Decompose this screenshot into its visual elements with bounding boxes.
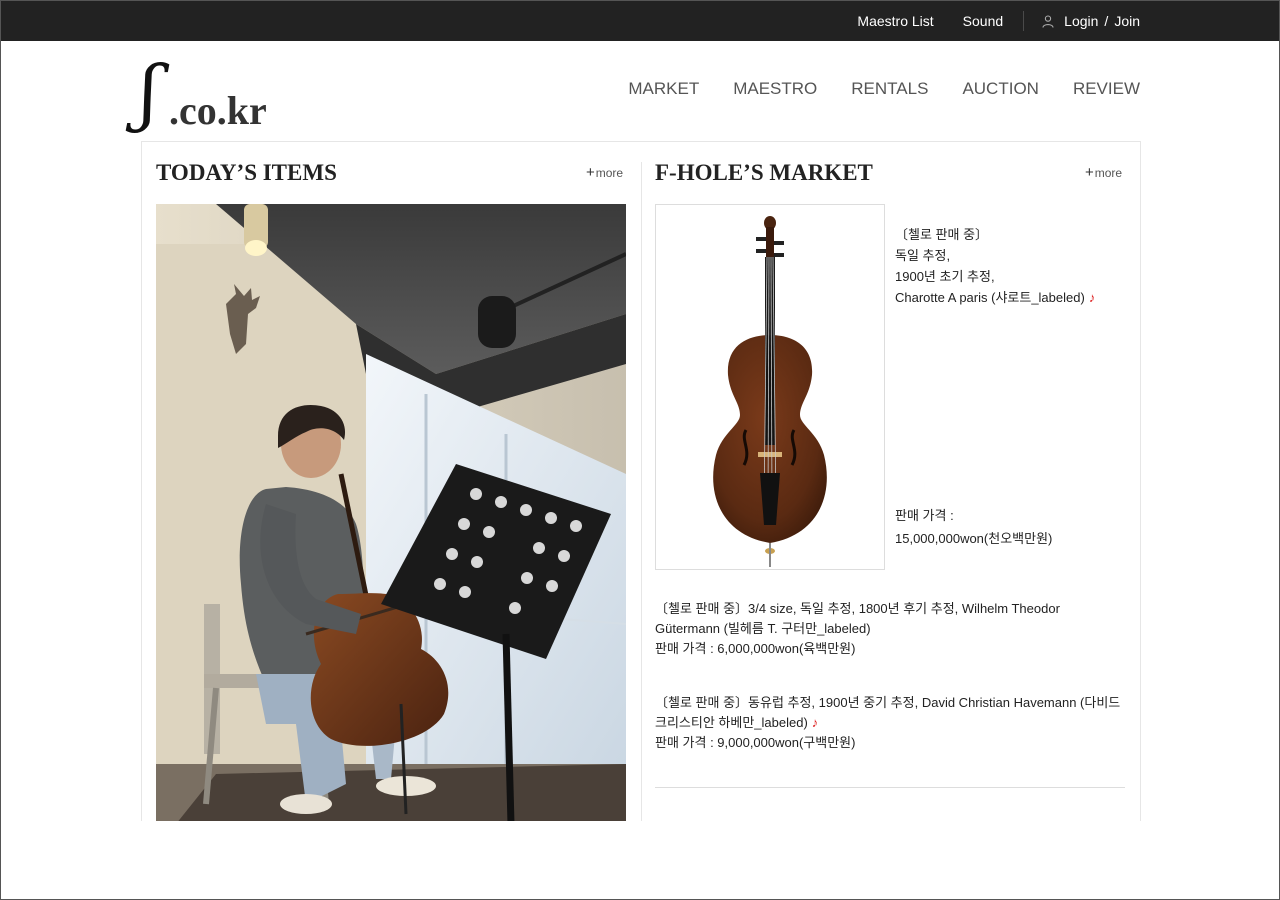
utility-divider	[1023, 11, 1025, 31]
featured-line-2: 독일 추정,	[895, 248, 951, 263]
main-nav: MARKET MAESTRO RENTALS AUCTION REVIEW	[594, 79, 1140, 99]
market-list-item[interactable]: 〔첼로 판매 중〕동유럽 추정, 1900년 중기 추정, David Chri…	[655, 693, 1125, 753]
today-items-more-link[interactable]: + more	[586, 164, 624, 181]
featured-item-description[interactable]: 〔첼로 판매 중〕 독일 추정, 1900년 초기 추정, Charotte A…	[895, 224, 1095, 308]
featured-line-4: Charotte A paris (샤로트_labeled)	[895, 290, 1085, 305]
featured-line-4-wrap: Charotte A paris (샤로트_labeled) ♪	[895, 287, 1095, 308]
maestro-list-link[interactable]: Maestro List	[857, 13, 933, 29]
logo-f-symbol: ʃ	[139, 50, 159, 134]
market-title: F-HOLE’S MARKET	[655, 160, 873, 185]
market-item-price: 판매 가격 : 9,000,000won(구백만원)	[655, 735, 856, 750]
user-icon	[1042, 14, 1054, 28]
login-join-slash: /	[1104, 13, 1109, 29]
cello-image	[713, 216, 827, 567]
nav-market[interactable]: MARKET	[628, 79, 699, 99]
featured-item-price: 판매 가격 : 15,000,000won(천오백만원)	[895, 504, 1052, 550]
nav-auction[interactable]: AUCTION	[962, 79, 1039, 99]
today-item-photo[interactable]	[156, 204, 626, 821]
market-item-text-wrap: 〔첼로 판매 중〕동유럽 추정, 1900년 중기 추정, David Chri…	[655, 693, 1125, 733]
plus-icon: +	[1085, 164, 1094, 181]
market-item-text: 〔첼로 판매 중〕동유럽 추정, 1900년 중기 추정, David Chri…	[655, 695, 1121, 730]
market-item-price: 판매 가격 : 6,000,000won(육백만원)	[655, 641, 856, 656]
top-utility-bar: Maestro List Sound Login / Join	[1, 1, 1279, 41]
site-logo[interactable]: ʃ .co.kr	[139, 53, 274, 131]
featured-price-value: 15,000,000won(천오백만원)	[895, 531, 1053, 546]
market-more-link[interactable]: + more	[1085, 164, 1123, 181]
nav-review[interactable]: REVIEW	[1073, 79, 1140, 99]
featured-line-3: 1900년 초기 추정,	[895, 269, 995, 284]
featured-line-1: 〔첼로 판매 중〕	[895, 227, 989, 242]
featured-cello-image[interactable]	[655, 204, 885, 570]
market-more-label: more	[1094, 166, 1123, 180]
nav-maestro[interactable]: MAESTRO	[733, 79, 817, 99]
today-items-more-label: more	[595, 166, 624, 180]
nav-rentals[interactable]: RENTALS	[851, 79, 928, 99]
sound-link[interactable]: Sound	[963, 13, 1003, 29]
column-divider	[641, 162, 642, 821]
today-items-title: TODAY’S ITEMS	[156, 160, 337, 185]
plus-icon: +	[586, 164, 595, 181]
logo-text: .co.kr	[169, 88, 267, 133]
login-link[interactable]: Login	[1064, 13, 1098, 29]
market-list-item[interactable]: 〔첼로 판매 중〕3/4 size, 독일 추정, 1800년 후기 추정, W…	[655, 599, 1125, 659]
content-container: TODAY’S ITEMS + more F-HOLE’S MARKET + m…	[141, 141, 1141, 821]
music-note-icon: ♪	[1088, 290, 1096, 305]
music-note-icon: ♪	[811, 715, 819, 730]
join-link[interactable]: Join	[1114, 13, 1140, 29]
market-list-divider	[655, 787, 1125, 788]
featured-price-label: 판매 가격 :	[895, 508, 954, 523]
utility-links: Maestro List Sound Login / Join	[857, 1, 1140, 41]
market-item-text: 〔첼로 판매 중〕3/4 size, 독일 추정, 1800년 후기 추정, W…	[655, 601, 1060, 636]
cellist-photo-image	[156, 204, 626, 821]
